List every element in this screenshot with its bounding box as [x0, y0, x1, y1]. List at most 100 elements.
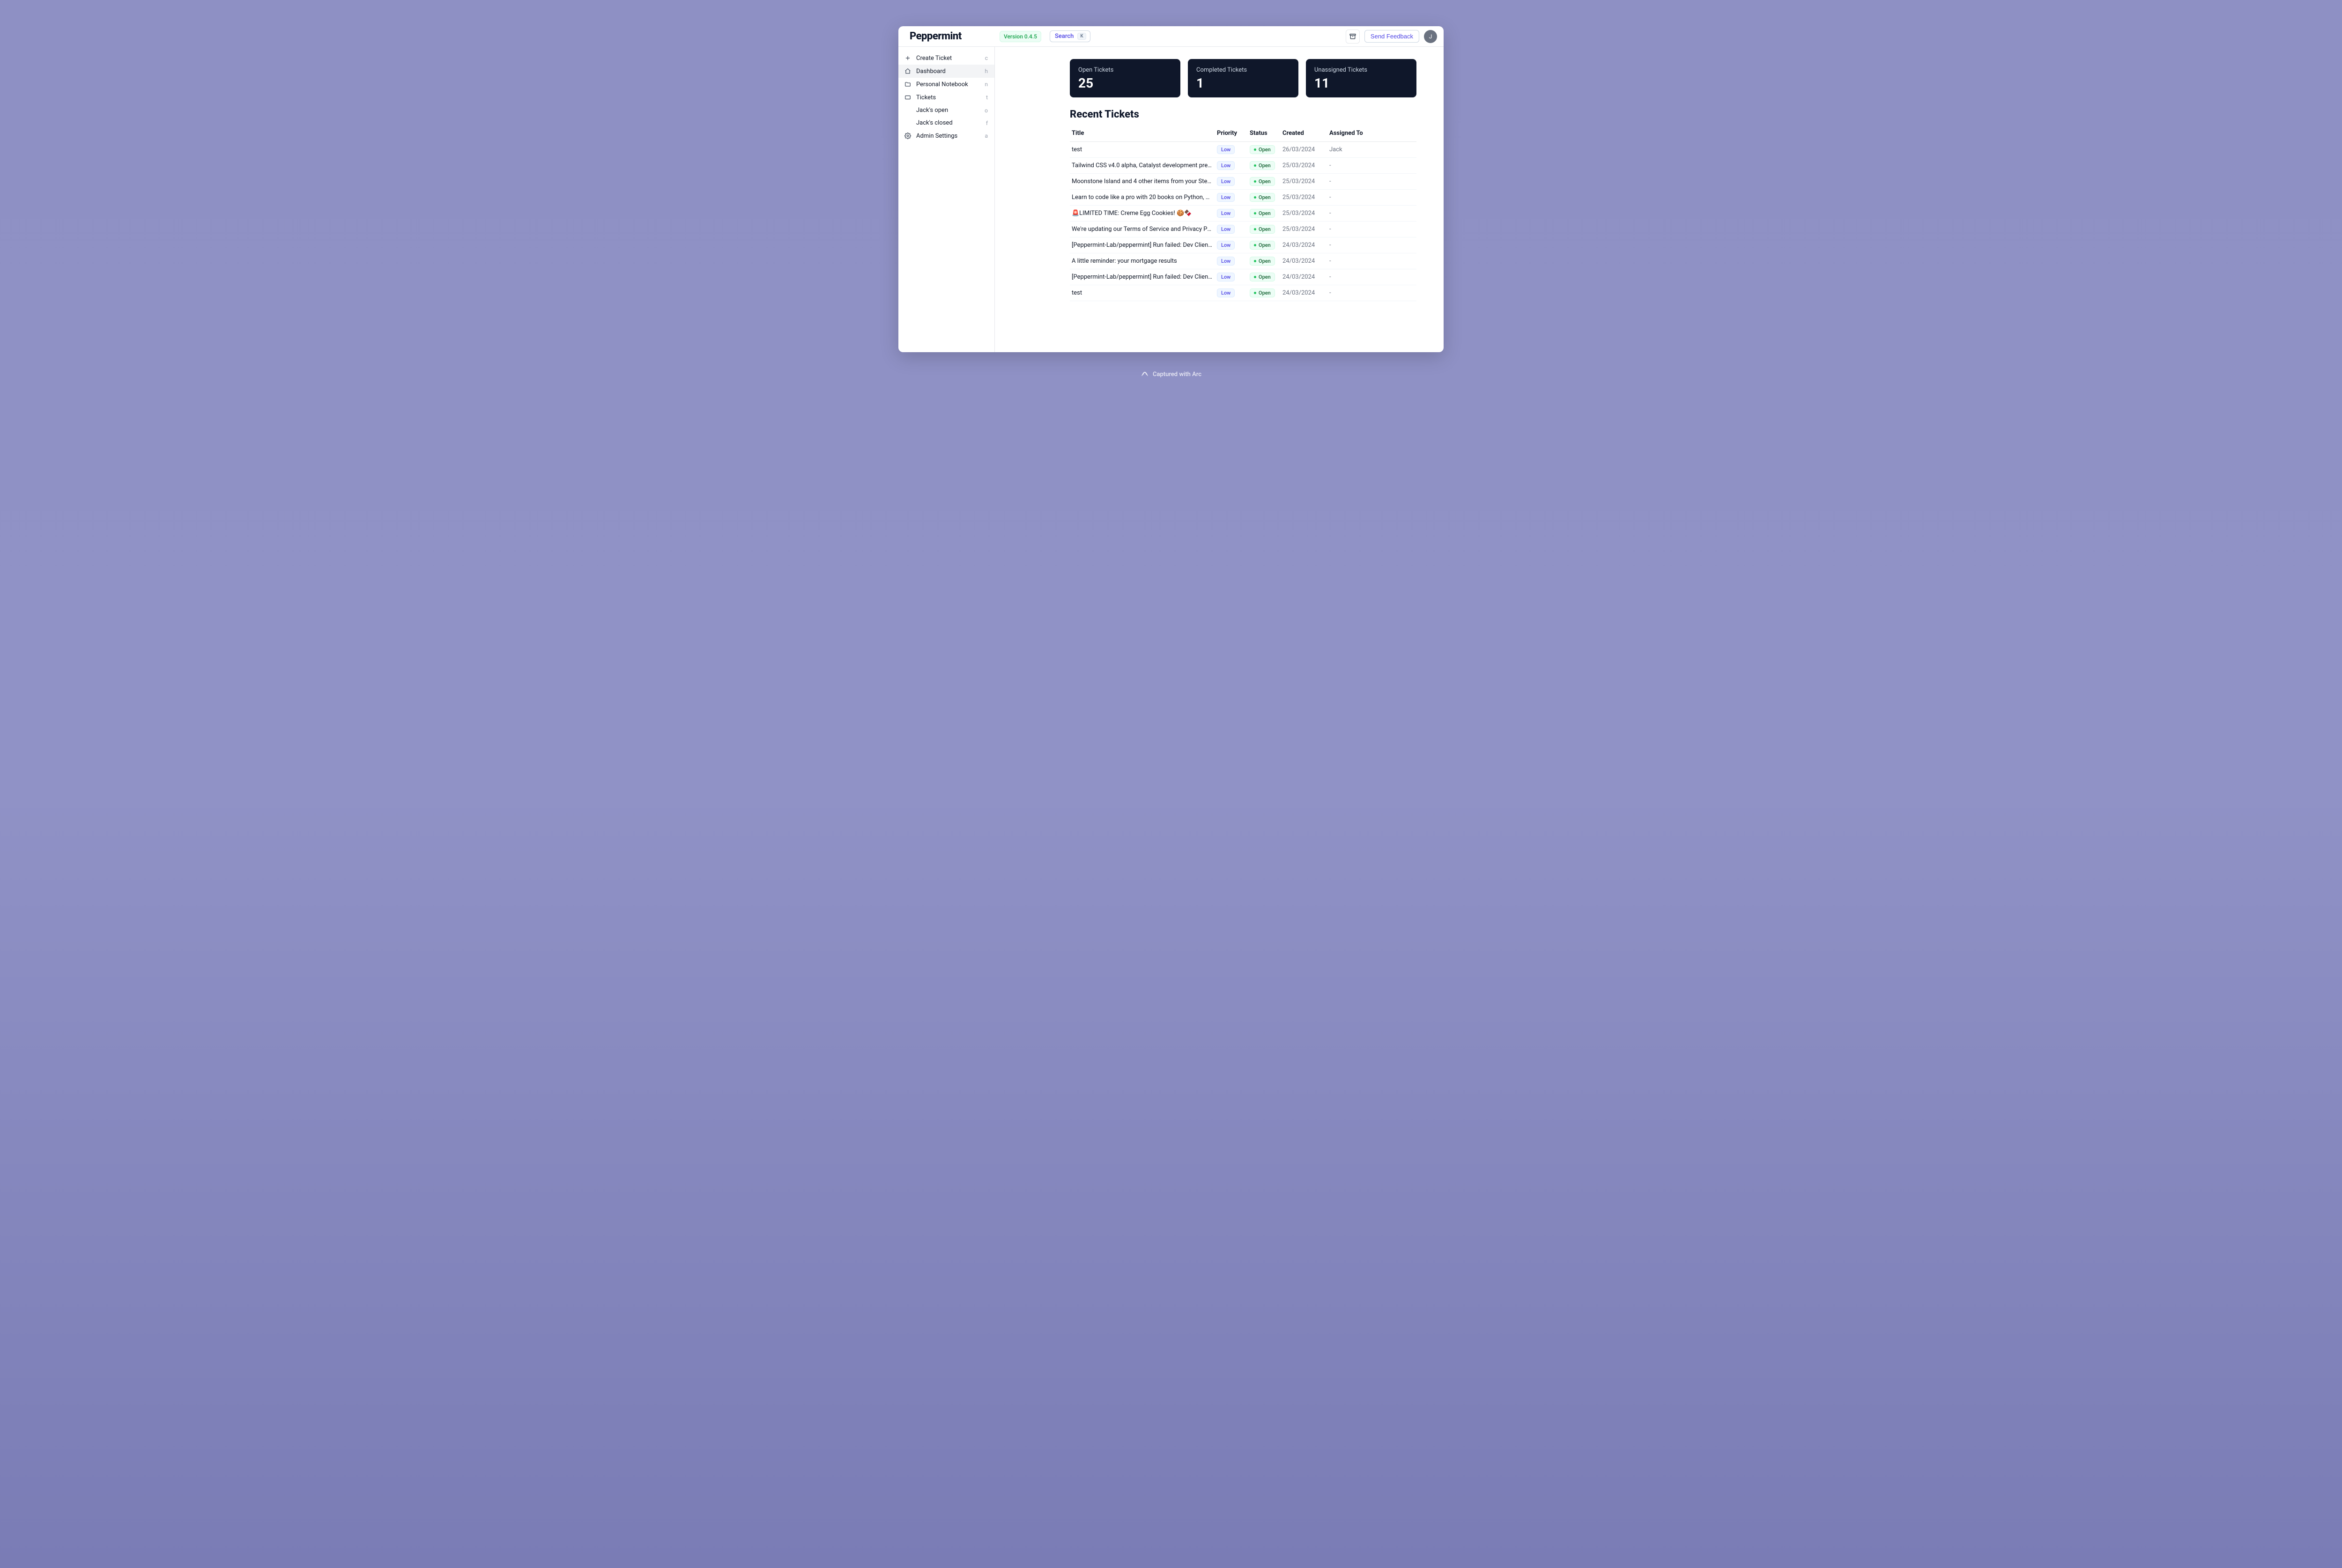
table-row[interactable]: [Peppermint-Lab/peppermint] Run failed: … — [1070, 269, 1416, 285]
ticket-title: [Peppermint-Lab/peppermint] Run failed: … — [1070, 269, 1215, 285]
user-avatar[interactable]: J — [1424, 30, 1437, 43]
ticket-title: 🚨LIMITED TIME: Creme Egg Cookies! 🍪🍫 — [1070, 206, 1215, 222]
priority-badge: Low — [1217, 177, 1235, 186]
stat-cards: Open Tickets 25 Completed Tickets 1 Unas… — [1070, 59, 1416, 97]
status-badge: Open — [1250, 177, 1275, 186]
ticket-status: Open — [1248, 158, 1281, 174]
sidebar-item-admin-settings[interactable]: Admin Settings a — [898, 129, 994, 142]
body: Create Ticket c Dashboard h Personal Not… — [898, 47, 1444, 352]
sidebar-item-shortcut: o — [985, 107, 988, 114]
ticket-priority: Low — [1215, 253, 1248, 269]
ticket-icon — [904, 94, 912, 101]
priority-badge: Low — [1217, 257, 1235, 266]
ticket-created: 24/03/2024 — [1281, 237, 1327, 253]
ticket-priority: Low — [1215, 222, 1248, 237]
sidebar-item-label: Jack's closed — [916, 119, 953, 126]
sidebar-item-label: Dashboard — [916, 68, 946, 75]
sidebar-item-shortcut: n — [985, 81, 988, 88]
search-button[interactable]: Search K — [1050, 30, 1090, 42]
card-open-tickets[interactable]: Open Tickets 25 — [1070, 59, 1180, 97]
table-row[interactable]: 🚨LIMITED TIME: Creme Egg Cookies! 🍪🍫LowO… — [1070, 206, 1416, 222]
table-row[interactable]: [Peppermint-Lab/peppermint] Run failed: … — [1070, 237, 1416, 253]
ticket-status: Open — [1248, 285, 1281, 301]
sidebar-subitem-open[interactable]: Jack's open o — [898, 104, 994, 117]
sidebar-item-personal-notebook[interactable]: Personal Notebook n — [898, 78, 994, 91]
ticket-title: Learn to code like a pro with 20 books o… — [1070, 190, 1215, 206]
sidebar-item-shortcut: f — [986, 120, 988, 126]
ticket-status: Open — [1248, 269, 1281, 285]
status-dot-icon — [1254, 164, 1256, 167]
table-row[interactable]: A little reminder: your mortgage results… — [1070, 253, 1416, 269]
archive-icon — [1349, 33, 1356, 40]
ticket-title: [Peppermint-Lab/peppermint] Run failed: … — [1070, 237, 1215, 253]
card-value: 11 — [1314, 75, 1408, 91]
sidebar-item-dashboard[interactable]: Dashboard h — [898, 65, 994, 78]
ticket-created: 25/03/2024 — [1281, 190, 1327, 206]
ticket-title: Tailwind CSS v4.0 alpha, Catalyst develo… — [1070, 158, 1215, 174]
table-header-row: Title Priority Status Created Assigned T… — [1070, 126, 1416, 142]
status-dot-icon — [1254, 260, 1256, 262]
sidebar-subitem-closed[interactable]: Jack's closed f — [898, 117, 994, 129]
ticket-priority: Low — [1215, 206, 1248, 222]
sidebar-item-label: Jack's open — [916, 107, 948, 114]
col-created: Created — [1281, 126, 1327, 142]
search-label: Search — [1055, 33, 1074, 40]
sidebar-item-label: Tickets — [916, 94, 936, 101]
table-row[interactable]: testLowOpen24/03/2024- — [1070, 285, 1416, 301]
status-badge: Open — [1250, 209, 1275, 218]
capture-footer: Captured with Arc — [1141, 370, 1201, 378]
status-badge: Open — [1250, 288, 1275, 297]
ticket-assigned: - — [1327, 285, 1416, 301]
ticket-assigned: - — [1327, 190, 1416, 206]
col-assigned: Assigned To — [1327, 126, 1416, 142]
card-value: 1 — [1196, 75, 1290, 91]
status-badge: Open — [1250, 145, 1275, 154]
priority-badge: Low — [1217, 145, 1235, 154]
send-feedback-button[interactable]: Send Feedback — [1364, 30, 1419, 43]
table-row[interactable]: testLowOpen26/03/2024Jack — [1070, 142, 1416, 158]
sidebar-item-shortcut: a — [985, 133, 988, 139]
sidebar-item-label: Create Ticket — [916, 55, 952, 62]
inbox-button[interactable] — [1346, 30, 1360, 44]
col-title: Title — [1070, 126, 1215, 142]
sidebar-item-create-ticket[interactable]: Create Ticket c — [898, 52, 994, 65]
table-row[interactable]: Moonstone Island and 4 other items from … — [1070, 174, 1416, 190]
status-dot-icon — [1254, 180, 1256, 183]
card-label: Open Tickets — [1078, 67, 1172, 74]
ticket-priority: Low — [1215, 142, 1248, 158]
sidebar-item-shortcut: c — [985, 55, 988, 61]
status-badge: Open — [1250, 257, 1275, 266]
sidebar-item-label: Personal Notebook — [916, 81, 968, 88]
topbar: Peppermint Version 0.4.5 Search K Send F… — [898, 26, 1444, 47]
ticket-priority: Low — [1215, 285, 1248, 301]
ticket-created: 24/03/2024 — [1281, 269, 1327, 285]
sidebar-item-tickets[interactable]: Tickets t — [898, 91, 994, 104]
table-row[interactable]: Learn to code like a pro with 20 books o… — [1070, 190, 1416, 206]
status-badge: Open — [1250, 273, 1275, 281]
table-row[interactable]: We're updating our Terms of Service and … — [1070, 222, 1416, 237]
card-completed-tickets[interactable]: Completed Tickets 1 — [1188, 59, 1298, 97]
ticket-created: 25/03/2024 — [1281, 222, 1327, 237]
ticket-assigned: - — [1327, 222, 1416, 237]
status-dot-icon — [1254, 292, 1256, 294]
ticket-created: 24/03/2024 — [1281, 285, 1327, 301]
status-dot-icon — [1254, 228, 1256, 230]
ticket-title: We're updating our Terms of Service and … — [1070, 222, 1215, 237]
ticket-status: Open — [1248, 190, 1281, 206]
ticket-created: 24/03/2024 — [1281, 253, 1327, 269]
sidebar-item-shortcut: t — [986, 94, 988, 101]
status-dot-icon — [1254, 212, 1256, 214]
ticket-title: A little reminder: your mortgage results — [1070, 253, 1215, 269]
status-badge: Open — [1250, 241, 1275, 250]
ticket-title: Moonstone Island and 4 other items from … — [1070, 174, 1215, 190]
ticket-priority: Low — [1215, 269, 1248, 285]
gear-icon — [904, 132, 912, 140]
ticket-priority: Low — [1215, 237, 1248, 253]
status-dot-icon — [1254, 196, 1256, 199]
card-unassigned-tickets[interactable]: Unassigned Tickets 11 — [1306, 59, 1416, 97]
ticket-created: 25/03/2024 — [1281, 174, 1327, 190]
ticket-priority: Low — [1215, 190, 1248, 206]
main-content: Open Tickets 25 Completed Tickets 1 Unas… — [995, 47, 1444, 352]
table-row[interactable]: Tailwind CSS v4.0 alpha, Catalyst develo… — [1070, 158, 1416, 174]
ticket-assigned: - — [1327, 269, 1416, 285]
